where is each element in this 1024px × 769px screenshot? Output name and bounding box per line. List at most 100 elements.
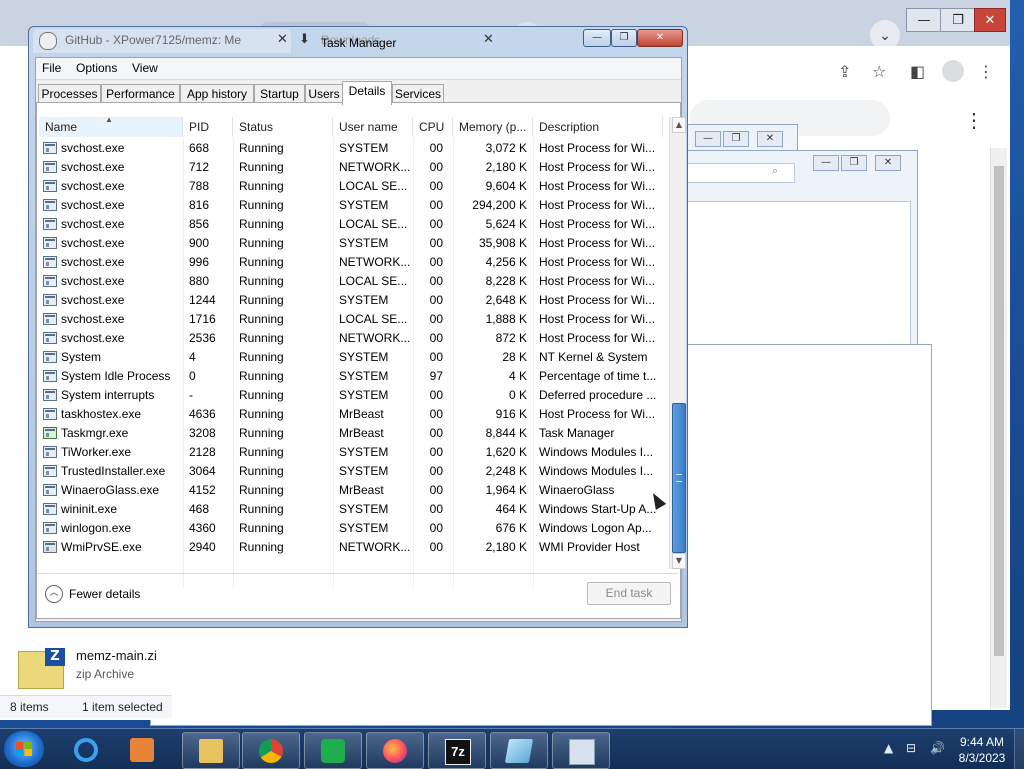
- tab-details[interactable]: Details: [342, 81, 392, 105]
- cell-pid: 668: [189, 141, 210, 155]
- end-task-button[interactable]: End task: [587, 582, 671, 605]
- browser-maximize-button[interactable]: ❐: [940, 8, 976, 32]
- scroll-down-arrow-icon[interactable]: ▼: [672, 553, 686, 569]
- tab-processes[interactable]: Processes: [38, 84, 101, 104]
- notepad-taskbar-icon[interactable]: [490, 732, 548, 769]
- firefox-taskbar-icon[interactable]: [366, 732, 424, 769]
- tab-app-history[interactable]: App history: [180, 84, 254, 104]
- table-row[interactable]: System 4 Running SYSTEM 00 28 K NT Kernel & Sy…: [39, 348, 663, 367]
- profile-avatar-icon[interactable]: [942, 60, 964, 82]
- tab-services[interactable]: Services: [392, 84, 444, 104]
- github-tab[interactable]: GitHub - XPower7125/memz: Me ✕: [33, 29, 291, 53]
- tab-users[interactable]: Users: [305, 84, 343, 104]
- table-row[interactable]: svchost.exe 856 Running LOCAL SE... 00 5,624 …: [39, 215, 663, 234]
- column-description[interactable]: Description: [533, 117, 663, 137]
- cell-user: LOCAL SE...: [339, 217, 408, 231]
- 7zip-taskbar-icon[interactable]: 7z: [428, 732, 486, 769]
- table-row[interactable]: winlogon.exe 4360 Running SYSTEM 00 676 K Wind…: [39, 519, 663, 538]
- column-name[interactable]: Name ▲: [39, 117, 183, 137]
- menu-view[interactable]: View: [132, 61, 158, 75]
- internet-explorer-taskbar-icon[interactable]: [58, 732, 114, 767]
- show-desktop-button[interactable]: [1014, 729, 1024, 769]
- column-user-name[interactable]: User name: [333, 117, 413, 137]
- table-row[interactable]: svchost.exe 2536 Running NETWORK... 00 872 K H…: [39, 329, 663, 348]
- tab-startup[interactable]: Startup: [254, 84, 305, 104]
- table-row[interactable]: taskhostex.exe 4636 Running MrBeast 00 916 K H…: [39, 405, 663, 424]
- table-row[interactable]: WinaeroGlass.exe 4152 Running MrBeast 00 1,96…: [39, 481, 663, 500]
- volume-icon[interactable]: 🔊: [930, 741, 945, 755]
- scrollbar-thumb[interactable]: [672, 403, 686, 553]
- share-icon[interactable]: ⇪: [838, 62, 851, 81]
- table-row[interactable]: svchost.exe 788 Running LOCAL SE... 00 9,604 …: [39, 177, 663, 196]
- fewer-details-link[interactable]: Fewer details: [69, 587, 140, 601]
- browser-scrollbar[interactable]: [990, 148, 1007, 708]
- column-status[interactable]: Status: [233, 117, 333, 137]
- cell-user: MrBeast: [339, 407, 384, 421]
- system-clock[interactable]: 9:44 AM 8/3/2023: [952, 734, 1012, 766]
- side-panel-icon[interactable]: ◧: [910, 62, 925, 81]
- green-notes-taskbar-icon[interactable]: [304, 732, 362, 769]
- explorer-maximize-button[interactable]: ❐: [723, 131, 749, 147]
- cell-name: System Idle Process: [61, 369, 171, 383]
- table-row[interactable]: TrustedInstaller.exe 3064 Running SYSTEM 00 2…: [39, 462, 663, 481]
- minimize-button[interactable]: —: [583, 29, 611, 47]
- table-row[interactable]: System Idle Process 0 Running SYSTEM 97 4 K Pe…: [39, 367, 663, 386]
- start-button[interactable]: [4, 731, 44, 767]
- column-pid[interactable]: PID: [183, 117, 233, 137]
- maximize-button[interactable]: ❐: [611, 29, 637, 47]
- table-row[interactable]: svchost.exe 1244 Running SYSTEM 00 2,648 K Hos…: [39, 291, 663, 310]
- menu-options[interactable]: Options: [76, 61, 117, 75]
- table-row[interactable]: svchost.exe 900 Running SYSTEM 00 35,908 K Hos…: [39, 234, 663, 253]
- table-row[interactable]: svchost.exe 712 Running NETWORK... 00 2,180 K…: [39, 158, 663, 177]
- table-row[interactable]: svchost.exe 816 Running SYSTEM 00 294,200 K Ho…: [39, 196, 663, 215]
- file-explorer-taskbar-icon[interactable]: [182, 732, 240, 769]
- file-name[interactable]: memz-main.zi: [76, 648, 157, 663]
- explorer2-minimize-button[interactable]: —: [813, 155, 839, 171]
- cell-cpu: 00: [429, 426, 443, 440]
- network-icon[interactable]: ⊟: [906, 741, 916, 755]
- table-row[interactable]: svchost.exe 996 Running NETWORK... 00 4,256 K…: [39, 253, 663, 272]
- cell-desc: Host Process for Wi...: [539, 255, 656, 269]
- cell-pid: 4: [189, 350, 196, 364]
- bookmark-star-icon[interactable]: ☆: [872, 62, 886, 81]
- cell-status: Running: [239, 141, 284, 155]
- column-memory[interactable]: Memory (p...: [453, 117, 533, 137]
- cell-mem: 2,180 K: [485, 160, 527, 174]
- table-row[interactable]: wininit.exe 468 Running SYSTEM 00 464 K Window…: [39, 500, 663, 519]
- cell-mem: 464 K: [495, 502, 527, 516]
- chrome-taskbar-icon[interactable]: [242, 732, 300, 769]
- table-row[interactable]: TiWorker.exe 2128 Running SYSTEM 00 1,620 K Wi…: [39, 443, 663, 462]
- chevron-up-icon[interactable]: ︿: [45, 585, 63, 603]
- table-row[interactable]: svchost.exe 668 Running SYSTEM 00 3,072 K Host…: [39, 139, 663, 158]
- cell-name: svchost.exe: [61, 160, 125, 174]
- menu-file[interactable]: File: [42, 61, 61, 75]
- close-button[interactable]: ✕: [637, 29, 683, 47]
- table-scrollbar[interactable]: ▲ ▼: [669, 117, 686, 569]
- browser-close-button[interactable]: ✕: [974, 8, 1006, 32]
- close-tab-icon[interactable]: ✕: [483, 31, 494, 47]
- overlapping-tab-strip: GitHub - XPower7125/memz: Me ✕ ⬇ Downloa…: [29, 27, 589, 55]
- tray-expand-icon[interactable]: ▲: [884, 741, 893, 755]
- cell-name: Taskmgr.exe: [61, 426, 129, 440]
- table-row[interactable]: Taskmgr.exe 3208 Running MrBeast 00 8,844 K Ta…: [39, 424, 663, 443]
- browser-menu-icon[interactable]: ⋮: [978, 62, 994, 81]
- table-row[interactable]: System interrupts - Running SYSTEM 00 0 K Defe…: [39, 386, 663, 405]
- table-row[interactable]: svchost.exe 1716 Running LOCAL SE... 00 1,888…: [39, 310, 663, 329]
- explorer-close-button[interactable]: ✕: [757, 131, 783, 147]
- page-more-icon[interactable]: ⋮: [964, 108, 984, 133]
- task-manager-taskbar-icon[interactable]: [552, 732, 610, 769]
- tab-performance[interactable]: Performance: [101, 84, 180, 104]
- media-player-taskbar-icon[interactable]: [118, 732, 168, 767]
- browser-minimize-button[interactable]: —: [906, 8, 942, 32]
- table-row[interactable]: WmiPrvSE.exe 2940 Running NETWORK... 00 2,180…: [39, 538, 663, 557]
- close-tab-icon[interactable]: ✕: [277, 31, 288, 47]
- column-cpu[interactable]: CPU: [413, 117, 453, 137]
- table-row[interactable]: svchost.exe 880 Running LOCAL SE... 00 8,228 …: [39, 272, 663, 291]
- process-icon: [43, 218, 57, 230]
- explorer-minimize-button[interactable]: —: [695, 131, 721, 147]
- scroll-up-arrow-icon[interactable]: ▲: [672, 117, 686, 133]
- zip-file-icon[interactable]: Z: [18, 648, 65, 689]
- explorer2-maximize-button[interactable]: ❐: [841, 155, 867, 171]
- explorer2-close-button[interactable]: ✕: [875, 155, 901, 171]
- cell-desc: Host Process for Wi...: [539, 331, 656, 345]
